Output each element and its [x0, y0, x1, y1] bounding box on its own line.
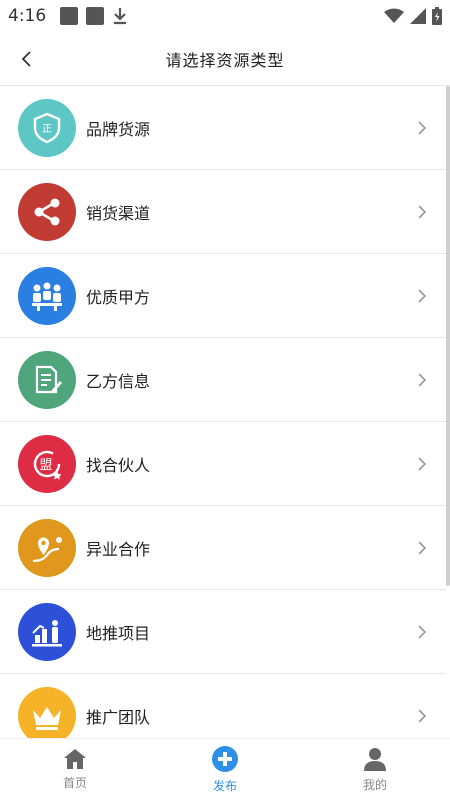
scrollbar[interactable]: [446, 86, 450, 586]
user-icon: [364, 748, 386, 771]
list-item-label: 异业合作: [86, 539, 151, 559]
list-item-label: 乙方信息: [86, 371, 151, 391]
notification-icon: [60, 7, 79, 25]
tab-mine[interactable]: 我的: [300, 739, 450, 800]
list-item-brand-supply[interactable]: 正 品牌货源: [0, 86, 446, 170]
chevron-right-icon: [412, 118, 432, 138]
tab-publish[interactable]: 发布: [150, 739, 300, 800]
chevron-right-icon: [412, 538, 432, 558]
status-time: 4:16: [8, 6, 47, 26]
plus-circle-icon: [212, 746, 238, 772]
share-nodes-icon: [18, 182, 76, 241]
list-item-cross-industry[interactable]: 异业合作: [0, 506, 446, 590]
shield-badge-icon: 正: [18, 98, 76, 157]
wifi-icon: [384, 8, 404, 23]
chevron-left-icon: [21, 51, 31, 67]
tab-label: 发布: [212, 779, 237, 793]
svg-text:正: 正: [42, 124, 52, 135]
list-item-vendor-info[interactable]: 乙方信息: [0, 338, 446, 422]
list-item-ground-promotion[interactable]: 地推项目: [0, 590, 446, 674]
resource-type-list: 正 品牌货源 销货渠道 优质甲方 乙方信息 盟 找合伙人 异业合作 地推项目 推…: [0, 86, 446, 738]
list-item-find-partner[interactable]: 盟 找合伙人: [0, 422, 446, 506]
battery-icon: [432, 7, 442, 25]
home-icon: [64, 749, 86, 769]
meeting-people-icon: [18, 266, 76, 325]
list-item-label: 地推项目: [86, 623, 151, 643]
document-edit-icon: [18, 350, 76, 409]
crown-icon: [18, 686, 76, 738]
status-bar: 4:16: [0, 0, 450, 32]
chevron-right-icon: [412, 370, 432, 390]
bottom-tab-bar: 首页 发布 我的: [0, 738, 450, 800]
chevron-right-icon: [412, 202, 432, 222]
back-button[interactable]: [12, 44, 40, 74]
tab-label: 首页: [62, 776, 87, 790]
download-icon: [114, 8, 127, 25]
list-item-quality-client[interactable]: 优质甲方: [0, 254, 446, 338]
page-title: 请选择资源类型: [165, 50, 285, 70]
tab-label: 我的: [362, 778, 387, 792]
list-item-label: 品牌货源: [86, 119, 151, 139]
tab-home[interactable]: 首页: [0, 739, 150, 800]
list-item-label: 优质甲方: [86, 287, 151, 307]
route-pin-icon: [18, 518, 76, 577]
svg-text:盟: 盟: [39, 458, 52, 473]
list-item-sales-channel[interactable]: 销货渠道: [0, 170, 446, 254]
chevron-right-icon: [412, 286, 432, 306]
signal-icon: [410, 8, 426, 24]
list-item-promo-team[interactable]: 推广团队: [0, 674, 446, 738]
list-item-label: 找合伙人: [86, 455, 151, 475]
list-item-label: 推广团队: [86, 707, 151, 727]
chevron-right-icon: [412, 706, 432, 726]
chevron-right-icon: [412, 622, 432, 642]
notification-icon: [86, 7, 105, 25]
alliance-badge-icon: 盟: [18, 434, 76, 493]
list-item-label: 销货渠道: [86, 203, 151, 223]
growth-bars-icon: [18, 602, 76, 661]
header: 请选择资源类型: [0, 32, 450, 86]
chevron-right-icon: [412, 454, 432, 474]
